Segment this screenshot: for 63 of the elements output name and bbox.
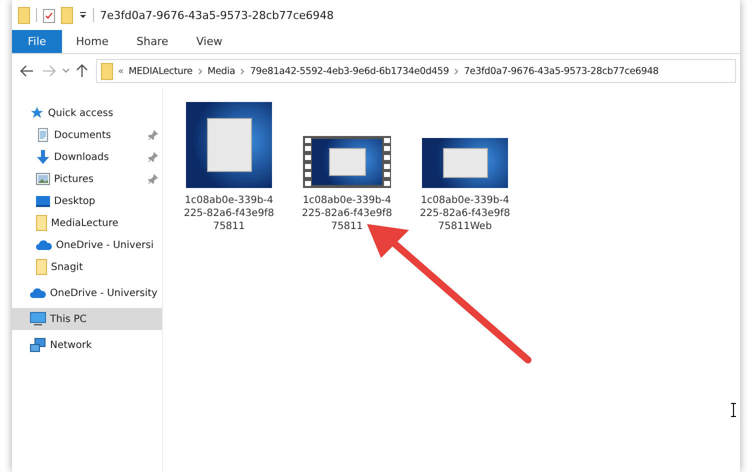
pin-icon[interactable] — [148, 152, 158, 162]
properties-icon[interactable] — [43, 8, 55, 22]
folder-icon — [36, 259, 47, 275]
sidebar-label: Network — [50, 340, 92, 350]
sidebar-item[interactable]: Documents — [12, 124, 162, 146]
file-item[interactable]: 1c08ab0e-339b-4 225-82a6-f43e9f8 75811Web — [413, 96, 517, 233]
folder-icon[interactable] — [18, 6, 30, 24]
sidebar-label: OneDrive - Universi — [56, 240, 154, 250]
sidebar-label: MediaLecture — [51, 218, 118, 228]
overflow-chevron[interactable]: « — [118, 66, 124, 76]
desktop-icon — [36, 196, 50, 206]
ribbon-tab[interactable]: File — [12, 30, 62, 53]
address-bar[interactable]: « MEDIALecture Media 79e81a42-5592-4eb3-9e6d-6b1734e0d459 7e3fd0a7-9676-43a5-9573-28cb77ce6948 — [96, 59, 736, 83]
chevron-right-icon[interactable] — [454, 68, 459, 74]
document-icon — [36, 128, 50, 142]
sidebar-item[interactable]: Network — [12, 334, 162, 356]
back-icon[interactable] — [20, 65, 34, 77]
chevron-down-icon[interactable] — [62, 68, 70, 74]
sidebar-item[interactable]: This PC — [12, 308, 162, 330]
sidebar-label: Documents — [54, 130, 112, 140]
network-icon — [30, 338, 46, 352]
chevron-right-icon[interactable] — [198, 68, 203, 74]
window-title: 7e3fd0a7-9676-43a5-9573-28cb77ce6948 — [100, 8, 334, 22]
cloud-icon — [30, 288, 46, 298]
dropdown-icon[interactable] — [79, 11, 87, 19]
picture-icon — [36, 173, 50, 185]
pin-icon[interactable] — [148, 174, 158, 184]
file-name: 1c08ab0e-339b-4 225-82a6-f43e9f8 75811 — [302, 194, 392, 233]
breadcrumb-segment[interactable]: 79e81a42-5592-4eb3-9e6d-6b1734e0d459 — [250, 66, 449, 76]
chevron-right-icon[interactable] — [240, 68, 246, 74]
sidebar-item[interactable]: Quick access — [12, 102, 162, 124]
sidebar-label: Pictures — [54, 174, 94, 184]
sidebar-label: Downloads — [54, 152, 109, 162]
sidebar-item[interactable]: Desktop — [12, 190, 162, 212]
sidebar-label: Snagit — [51, 262, 83, 272]
sidebar-item[interactable]: Snagit — [12, 256, 162, 278]
sidebar-label: Quick access — [48, 108, 114, 118]
file-name: 1c08ab0e-339b-4 225-82a6-f43e9f8 75811Web — [420, 194, 510, 233]
breadcrumb-segment[interactable]: 7e3fd0a7-9676-43a5-9573-28cb77ce6948 — [464, 66, 659, 76]
up-arrow-icon[interactable] — [76, 64, 88, 78]
sidebar-item[interactable]: Pictures — [12, 168, 162, 190]
breadcrumb-segment[interactable]: Media — [208, 66, 236, 76]
breadcrumb-segment[interactable]: MEDIALecture — [128, 66, 193, 76]
text-cursor-icon — [731, 403, 736, 417]
file-name: 1c08ab0e-339b-4 225-82a6-f43e9f8 75811 — [184, 194, 274, 233]
sidebar-item[interactable]: OneDrive - University — [12, 282, 162, 304]
computer-icon — [30, 312, 46, 326]
forward-icon[interactable] — [42, 65, 56, 77]
star-icon — [30, 106, 44, 120]
sidebar-label: Desktop — [54, 196, 96, 206]
sidebar-item[interactable]: OneDrive - Universi — [12, 234, 162, 256]
download-arrow-icon — [36, 150, 50, 164]
folder-icon — [101, 62, 113, 80]
file-item[interactable]: 1c08ab0e-339b-4 225-82a6-f43e9f8 75811 — [177, 96, 281, 233]
sidebar-label: This PC — [50, 314, 87, 324]
cloud-icon — [36, 240, 52, 250]
sidebar-item[interactable]: MediaLecture — [12, 212, 162, 234]
pin-icon[interactable] — [148, 130, 158, 140]
new-folder-icon[interactable] — [61, 6, 73, 24]
sidebar-label: OneDrive - University — [50, 288, 158, 298]
file-item[interactable]: 1c08ab0e-339b-4 225-82a6-f43e9f8 75811 — [295, 96, 399, 233]
sidebar-item[interactable]: Downloads — [12, 146, 162, 168]
folder-icon — [36, 215, 47, 231]
